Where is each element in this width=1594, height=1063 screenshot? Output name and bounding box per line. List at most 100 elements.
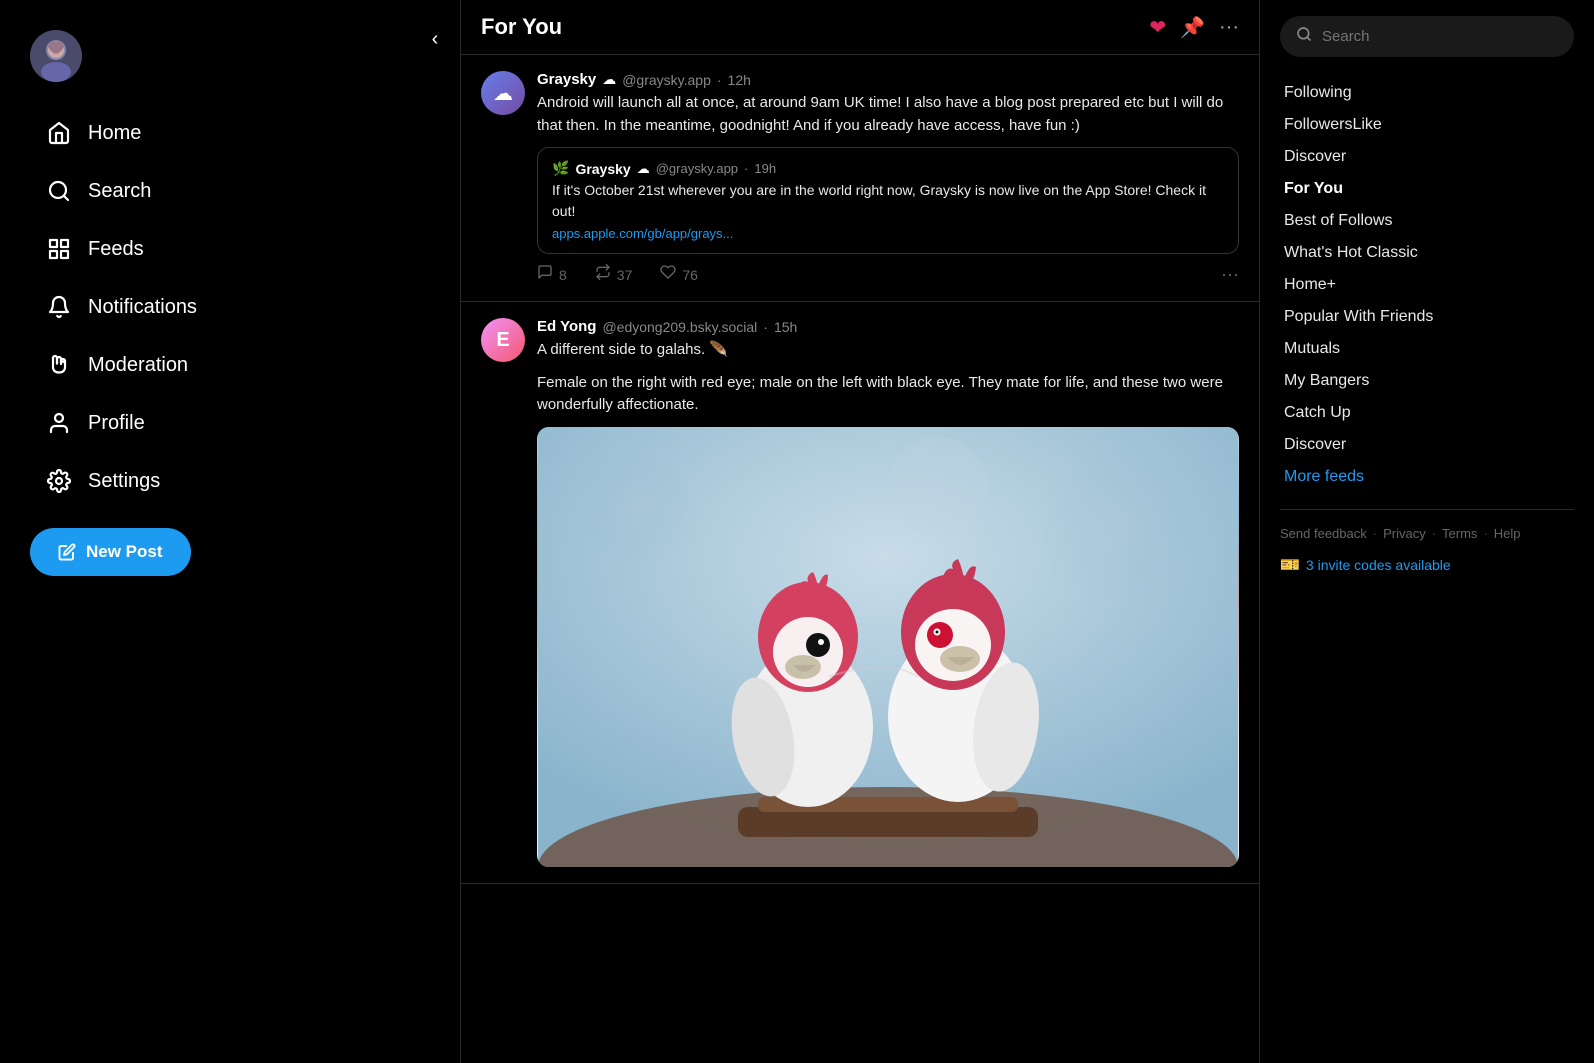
post-content-graysky: Graysky ☁ @graysky.app · 12h Android wil…: [537, 71, 1239, 285]
post-more-actions[interactable]: ···: [1221, 264, 1239, 285]
back-column: ‹: [410, 0, 460, 1063]
post-edyong: E Ed Yong @edyong209.bsky.social · 15h A…: [461, 302, 1259, 884]
invite-codes-text: 3 invite codes available: [1306, 557, 1451, 573]
feed-link-best-of-follows[interactable]: Best of Follows: [1280, 205, 1574, 237]
footer-sep-3: ·: [1483, 526, 1487, 541]
sidebar-item-notifications-label: Notifications: [88, 296, 197, 319]
search-icon: [46, 178, 72, 204]
sidebar-item-profile[interactable]: Profile: [30, 396, 380, 450]
feed-title: For You: [481, 14, 562, 40]
post-content-edyong: Ed Yong @edyong209.bsky.social · 15h A d…: [537, 318, 1239, 867]
sidebar-item-search[interactable]: Search: [30, 164, 380, 218]
repost-action[interactable]: 37: [595, 264, 633, 285]
comment-action[interactable]: 8: [537, 264, 567, 285]
sidebar-item-settings[interactable]: Settings: [30, 454, 380, 508]
post-dot-1: ·: [717, 72, 722, 88]
repost-icon: [595, 264, 611, 285]
bell-icon: [46, 294, 72, 320]
footer-help[interactable]: Help: [1494, 526, 1521, 541]
footer-sep-2: ·: [1432, 526, 1436, 541]
new-post-button[interactable]: New Post: [30, 528, 191, 576]
footer-sep-1: ·: [1373, 526, 1377, 541]
search-box-icon: [1296, 26, 1312, 47]
sidebar-nav: Home Search Feeds: [30, 106, 380, 508]
quoted-post[interactable]: 🌿 Graysky ☁ @graysky.app · 19h If it's O…: [537, 147, 1239, 254]
feed-link-whats-hot-classic[interactable]: What's Hot Classic: [1280, 237, 1574, 269]
sidebar-item-home[interactable]: Home: [30, 106, 380, 160]
edit-icon: [58, 543, 76, 561]
post-time-graysky: 12h: [728, 72, 751, 88]
post-avatar-graysky[interactable]: ☁: [481, 71, 525, 115]
quoted-dot: ·: [744, 161, 748, 176]
post-text-graysky: Android will launch all at once, at arou…: [537, 92, 1239, 137]
sidebar-item-settings-label: Settings: [88, 470, 160, 493]
ticket-icon: 🎫: [1280, 555, 1300, 575]
invite-codes[interactable]: 🎫 3 invite codes available: [1280, 555, 1574, 575]
feed-header-actions: ❤ 📌 ···: [1149, 15, 1239, 40]
user-icon: [46, 410, 72, 436]
footer-send-feedback[interactable]: Send feedback: [1280, 526, 1367, 541]
feed-link-popular-with-friends[interactable]: Popular With Friends: [1280, 301, 1574, 333]
search-box[interactable]: [1280, 16, 1574, 57]
post-handle-edyong: @edyong209.bsky.social: [602, 319, 757, 335]
post-author-edyong: Ed Yong: [537, 318, 596, 335]
feed-link-mutuals[interactable]: Mutuals: [1280, 333, 1574, 365]
heart-icon[interactable]: ❤: [1149, 15, 1166, 40]
quoted-text: If it's October 21st wherever you are in…: [552, 180, 1224, 222]
post-author-graysky: Graysky: [537, 71, 596, 88]
post-text-edyong-text: A different side to galahs. 🪶: [537, 341, 728, 358]
footer-terms[interactable]: Terms: [1442, 526, 1477, 541]
footer-links: Send feedback · Privacy · Terms · Help: [1280, 509, 1574, 541]
feed-link-followerslike[interactable]: FollowersLike: [1280, 109, 1574, 141]
post-graysky: ☁ Graysky ☁ @graysky.app · 12h Android w…: [461, 55, 1259, 302]
feed-link-discover[interactable]: Discover: [1280, 141, 1574, 173]
sidebar-item-moderation-label: Moderation: [88, 354, 188, 377]
post-meta-edyong: Ed Yong @edyong209.bsky.social · 15h: [537, 318, 1239, 335]
post-actions-graysky: 8 37 76 ···: [537, 264, 1239, 285]
post-text-edyong: A different side to galahs. 🪶: [537, 339, 1239, 362]
quoted-leaf-icon: 🌿: [552, 160, 569, 177]
sidebar-item-search-label: Search: [88, 180, 151, 203]
sidebar-item-notifications[interactable]: Notifications: [30, 280, 380, 334]
footer-privacy[interactable]: Privacy: [1383, 526, 1426, 541]
search-input[interactable]: [1322, 28, 1558, 45]
post-meta-graysky: Graysky ☁ @graysky.app · 12h: [537, 71, 1239, 88]
like-icon: [660, 264, 676, 285]
quoted-time: 19h: [754, 161, 776, 176]
feed-link-more-feeds[interactable]: More feeds: [1280, 461, 1574, 493]
hand-icon: [46, 352, 72, 378]
post-avatar-edyong[interactable]: E: [481, 318, 525, 362]
quoted-link[interactable]: apps.apple.com/gb/app/grays...: [552, 226, 1224, 241]
gear-icon: [46, 468, 72, 494]
post-handle-graysky: @graysky.app: [622, 72, 711, 88]
like-action[interactable]: 76: [660, 264, 698, 285]
verified-icon: ☁: [602, 71, 616, 88]
post-time-edyong: 15h: [774, 319, 797, 335]
right-sidebar: Following FollowersLike Discover For You…: [1260, 0, 1594, 1063]
sidebar-item-feeds[interactable]: Feeds: [30, 222, 380, 276]
sidebar-item-moderation[interactable]: Moderation: [30, 338, 380, 392]
like-count: 76: [682, 267, 698, 283]
post-dot-2: ·: [763, 319, 768, 335]
pin-icon[interactable]: 📌: [1180, 15, 1205, 40]
post-image-parrot[interactable]: [537, 427, 1239, 867]
feed-link-my-bangers[interactable]: My Bangers: [1280, 365, 1574, 397]
feeds-list: Following FollowersLike Discover For You…: [1280, 77, 1574, 493]
quoted-cloud-icon: ☁: [637, 161, 650, 177]
feed-link-catch-up[interactable]: Catch Up: [1280, 397, 1574, 429]
feed-link-for-you[interactable]: For You: [1280, 173, 1574, 205]
avatar[interactable]: [30, 30, 82, 82]
feed-link-following[interactable]: Following: [1280, 77, 1574, 109]
new-post-label: New Post: [86, 542, 163, 562]
more-options-icon[interactable]: ···: [1219, 16, 1239, 39]
home-icon: [46, 120, 72, 146]
back-button[interactable]: ‹: [424, 20, 447, 59]
comment-icon: [537, 264, 553, 285]
feed-link-home-plus[interactable]: Home+: [1280, 269, 1574, 301]
quoted-author: Graysky: [575, 161, 630, 177]
feeds-icon: [46, 236, 72, 262]
feed-link-discover2[interactable]: Discover: [1280, 429, 1574, 461]
sidebar-item-home-label: Home: [88, 122, 141, 145]
main-feed: For You ❤ 📌 ··· ☁ Graysky ☁ @graysky.app…: [460, 0, 1260, 1063]
repost-count: 37: [617, 267, 633, 283]
